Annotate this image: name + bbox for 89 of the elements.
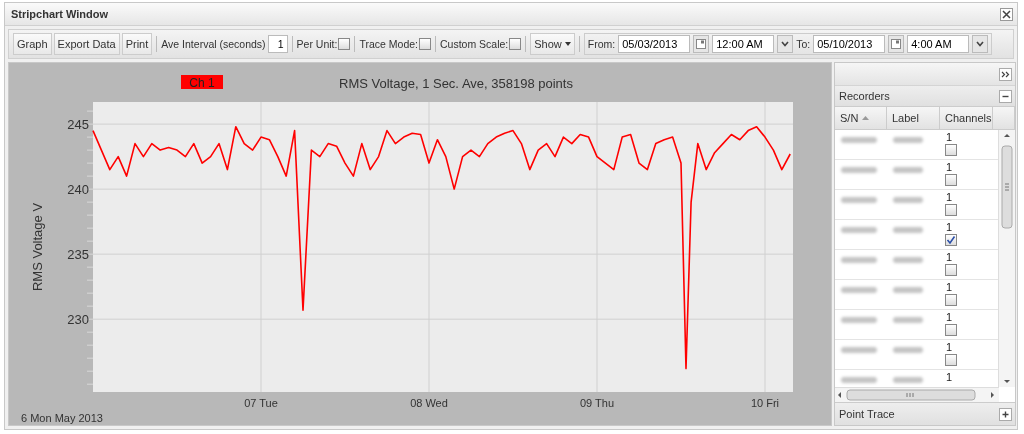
show-menu-button[interactable]: Show xyxy=(530,33,575,55)
checkbox[interactable] xyxy=(338,38,351,50)
blurred-text xyxy=(893,197,923,203)
blurred-text xyxy=(841,167,877,173)
time-field[interactable]: 12:00 AM xyxy=(712,35,775,53)
double-chevron-icon xyxy=(1001,70,1010,78)
blurred-text xyxy=(893,227,923,233)
checkbox[interactable] xyxy=(945,324,957,336)
checkbox[interactable] xyxy=(945,354,957,366)
blurred-text xyxy=(841,347,877,353)
close-icon xyxy=(1002,9,1011,19)
option-label: Custom Scale: xyxy=(440,38,509,50)
panel-title: Recorders xyxy=(839,90,890,102)
collapse-panel-button[interactable] xyxy=(999,67,1012,81)
caret-icon xyxy=(564,42,571,46)
checkbox[interactable] xyxy=(945,294,957,306)
x-tick-label: 07 Tue xyxy=(244,397,278,409)
calendar-icon xyxy=(891,39,902,49)
start-date-label: 6 Mon May 2013 xyxy=(21,412,103,424)
panel-title: Point Trace xyxy=(839,408,895,420)
chevron-down-icon xyxy=(976,41,985,47)
checkbox[interactable] xyxy=(509,38,522,50)
collapse-button[interactable] xyxy=(999,89,1012,103)
range-label: To: xyxy=(796,38,811,50)
calendar-icon xyxy=(696,39,707,49)
legend-label: Ch 1 xyxy=(189,76,215,90)
checkbox[interactable] xyxy=(945,234,957,246)
toolbar-button[interactable]: Graph xyxy=(13,33,52,55)
channel-number: 1 xyxy=(945,252,953,263)
checkbox[interactable] xyxy=(945,174,957,186)
y-tick-label: 245 xyxy=(67,117,89,133)
blurred-text xyxy=(841,317,877,323)
channel-number: 1 xyxy=(945,312,953,323)
y-axis-label: RMS Voltage V xyxy=(30,202,45,292)
range-label: From: xyxy=(587,38,616,50)
ave-interval-label: Ave Interval (seconds) xyxy=(161,38,266,50)
checkbox[interactable] xyxy=(945,144,957,156)
toolbar-button[interactable]: Print xyxy=(121,33,153,55)
blurred-text xyxy=(893,317,923,323)
blurred-text xyxy=(893,257,923,263)
y-tick-label: 230 xyxy=(67,312,89,328)
channel-number: 1 xyxy=(945,222,953,233)
close-button[interactable] xyxy=(1000,7,1013,21)
channel-number: 1 xyxy=(945,282,953,293)
toolbar-button[interactable]: Export Data xyxy=(53,33,120,55)
calendar-button[interactable] xyxy=(693,35,710,53)
checkbox[interactable] xyxy=(945,204,957,216)
expand-button[interactable] xyxy=(999,407,1012,421)
blurred-text xyxy=(893,137,923,143)
dropdown-button[interactable] xyxy=(777,35,794,53)
chart-title: RMS Voltage, 1 Sec. Ave, 358198 points xyxy=(339,76,573,91)
time-field[interactable]: 4:00 AM xyxy=(907,35,970,53)
calendar-button[interactable] xyxy=(888,35,905,53)
y-tick-label: 240 xyxy=(67,182,89,198)
blurred-text xyxy=(841,137,877,143)
column-header[interactable]: S/N xyxy=(835,107,887,129)
checkbox[interactable] xyxy=(419,38,431,50)
blurred-text xyxy=(893,167,923,173)
blurred-text xyxy=(893,287,923,293)
x-tick-label: 09 Thu xyxy=(579,397,615,409)
blurred-text xyxy=(841,227,877,233)
option-label: Trace Mode: xyxy=(359,38,418,50)
option-label: Per Unit: xyxy=(296,38,338,50)
plus-icon xyxy=(1002,410,1009,418)
blurred-text xyxy=(841,287,877,293)
channel-number: 1 xyxy=(945,162,953,173)
dropdown-button[interactable] xyxy=(972,35,989,53)
blurred-text xyxy=(841,197,877,203)
date-field[interactable]: 05/03/2013 xyxy=(618,35,691,53)
date-field[interactable]: 05/10/2013 xyxy=(813,35,886,53)
blurred-text xyxy=(893,377,923,383)
column-header[interactable]: Label xyxy=(887,107,940,129)
column-header[interactable]: Channels xyxy=(940,107,993,129)
channel-number: 1 xyxy=(945,132,953,143)
blurred-text xyxy=(893,347,923,353)
x-tick-label: 10 Fri xyxy=(750,397,780,409)
horizontal-scrollbar[interactable] xyxy=(837,389,997,401)
window-title: Stripchart Window xyxy=(11,8,109,20)
channel-number: 1 xyxy=(945,372,953,383)
y-tick-label: 235 xyxy=(67,247,89,263)
ave-interval-field[interactable]: 1 xyxy=(267,35,288,53)
chevron-down-icon xyxy=(781,41,790,47)
channel-number: 1 xyxy=(945,342,953,353)
blurred-text xyxy=(841,257,877,263)
sort-icon xyxy=(862,116,870,120)
channel-number: 1 xyxy=(945,192,953,203)
checkbox[interactable] xyxy=(945,264,957,276)
x-tick-label: 08 Wed xyxy=(410,397,448,409)
blurred-text xyxy=(841,377,877,383)
